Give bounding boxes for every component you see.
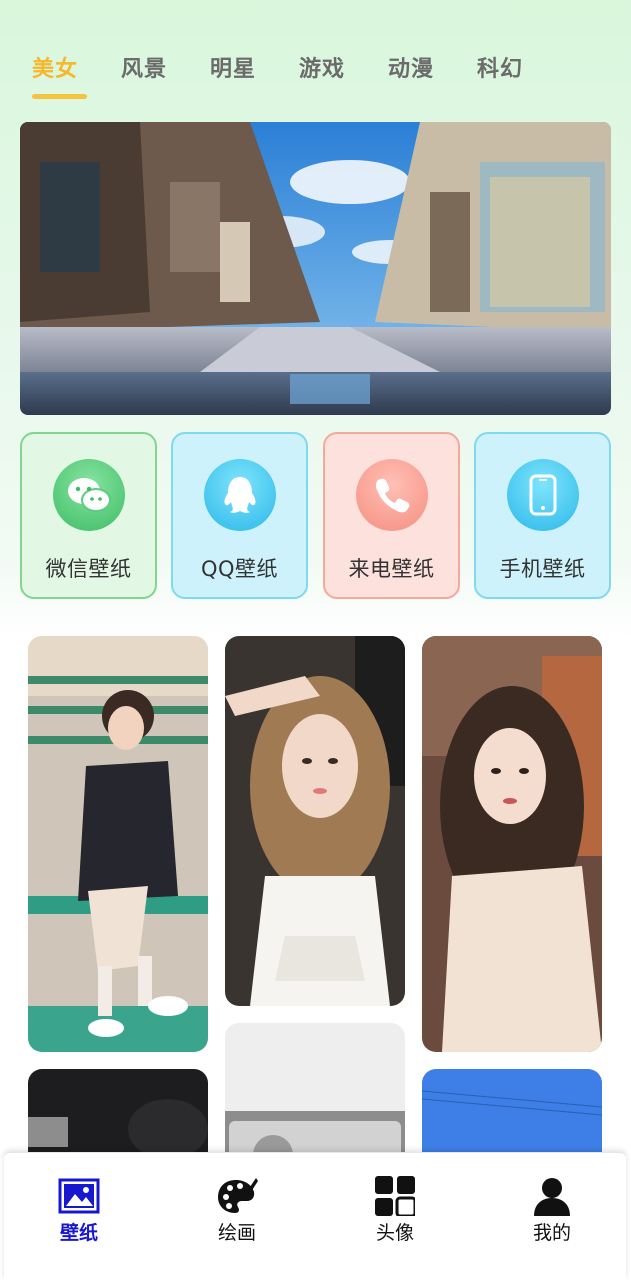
street-reflection-photo <box>20 122 611 415</box>
nav-label: 壁纸 <box>59 1222 98 1244</box>
wallpaper-thumbnail[interactable] <box>422 1069 602 1152</box>
nav-painting[interactable]: 绘画 <box>182 1175 292 1245</box>
palette-brush-icon <box>215 1175 259 1216</box>
wallpaper-thumbnail[interactable] <box>225 1023 405 1152</box>
wallpaper-image-icon <box>57 1175 101 1216</box>
category-tabs: 美女 风景 明星 游戏 动漫 科幻 <box>0 48 631 104</box>
nav-wallpaper[interactable]: 壁纸 <box>24 1175 134 1245</box>
nav-label: 我的 <box>532 1222 571 1244</box>
qq-penguin-icon <box>203 459 276 531</box>
tab-beauty[interactable]: 美女 <box>32 48 121 104</box>
wallpaper-thumbnail[interactable] <box>225 636 405 1006</box>
tab-label: 风景 <box>121 57 168 82</box>
feature-cards: 微信壁纸 QQ壁纸 来电壁纸 手机壁纸 <box>20 432 611 599</box>
wallpaper-thumbnail[interactable] <box>28 1069 208 1152</box>
feature-label: 微信壁纸 <box>45 557 132 581</box>
tab-scenery[interactable]: 风景 <box>121 48 210 104</box>
banner-image[interactable] <box>20 122 611 415</box>
wallpaper-grid <box>0 636 631 1152</box>
feature-label: QQ壁纸 <box>200 557 279 581</box>
qq-wallpaper-card[interactable]: QQ壁纸 <box>171 432 308 599</box>
tab-label: 科幻 <box>477 57 524 82</box>
phone-call-icon <box>355 459 428 531</box>
wechat-icon <box>52 459 125 531</box>
tab-celebrity[interactable]: 明星 <box>210 48 299 104</box>
nav-label: 头像 <box>375 1222 414 1244</box>
bottom-navigation: 壁纸 绘画 头像 我的 <box>4 1152 626 1280</box>
tab-label: 美女 <box>32 57 79 82</box>
wechat-wallpaper-card[interactable]: 微信壁纸 <box>20 432 157 599</box>
tab-label: 游戏 <box>299 57 346 82</box>
grid-apps-icon <box>373 1175 417 1216</box>
nav-mine[interactable]: 我的 <box>497 1175 607 1245</box>
feature-label: 来电壁纸 <box>348 557 435 581</box>
tab-anime[interactable]: 动漫 <box>388 48 477 104</box>
tab-games[interactable]: 游戏 <box>299 48 388 104</box>
tab-scifi[interactable]: 科幻 <box>477 48 566 104</box>
phone-wallpaper-card[interactable]: 手机壁纸 <box>474 432 611 599</box>
wallpaper-thumbnail[interactable] <box>28 636 208 1052</box>
user-profile-icon <box>530 1175 574 1216</box>
tab-label: 动漫 <box>388 57 435 82</box>
nav-avatar[interactable]: 头像 <box>340 1175 450 1245</box>
nav-label: 绘画 <box>217 1222 256 1244</box>
tab-label: 明星 <box>210 57 257 82</box>
wallpaper-thumbnail[interactable] <box>422 636 602 1052</box>
feature-label: 手机壁纸 <box>499 557 586 581</box>
call-wallpaper-card[interactable]: 来电壁纸 <box>323 432 460 599</box>
smartphone-icon <box>506 459 579 531</box>
